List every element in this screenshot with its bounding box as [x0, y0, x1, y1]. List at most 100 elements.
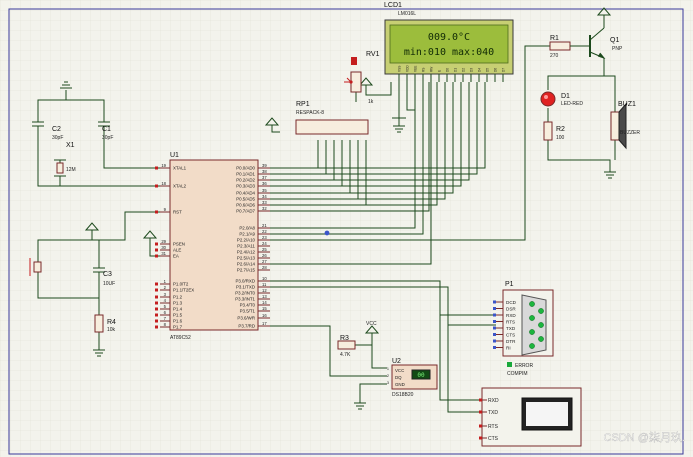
- u1-pin-label: P1.5: [173, 313, 183, 318]
- lcd-line-2: min:010 max:040: [404, 47, 494, 58]
- p1-pin-label: TXD: [506, 326, 516, 331]
- r2-ref: R2: [556, 126, 565, 133]
- lcd-pin-label: D0: [446, 68, 450, 72]
- u2-temperature-sensor[interactable]: 00 VCC 1 DQ 2 GND 3: [387, 364, 438, 390]
- q1-ref: Q1: [610, 37, 619, 44]
- p1-part: COMPIM: [507, 371, 528, 377]
- u1-pin-label: P2.4/A12: [237, 250, 256, 255]
- u1-pin-label: EA: [173, 254, 179, 259]
- u1-pin-number: 21: [262, 223, 267, 228]
- p1-pin-marker: [493, 307, 496, 310]
- u1-pin-label: XTAL2: [173, 184, 187, 189]
- u1-pin-label: RST: [173, 210, 182, 215]
- u1-pin-label: P1.1/T2EX: [173, 288, 194, 293]
- r4-ref: R4: [107, 319, 116, 326]
- u1-pin-label: P3.7/RD: [238, 324, 255, 329]
- u1-pin-label: P3.6/WR: [237, 316, 255, 321]
- c3-value: 10UF: [103, 281, 115, 287]
- u1-pin-label: ALE: [173, 248, 181, 253]
- r4-resistor[interactable]: [94, 314, 104, 333]
- q1-part: PNP: [612, 46, 623, 52]
- u1-pin-number: 26: [262, 253, 267, 258]
- vt-pin-label: CTS: [488, 436, 499, 442]
- lcd-pin-label: D7: [502, 68, 506, 72]
- schematic-canvas[interactable]: 009.0°C min:010 max:040 VSS VDD VEE RS RW E D0…: [0, 0, 693, 457]
- c3-ref: C3: [103, 271, 112, 278]
- u1-pin-label: P2.1/A9: [239, 232, 255, 237]
- p1-led-indicator: [529, 343, 535, 349]
- u1-pin-label: P3.2/INT0: [235, 291, 255, 296]
- u1-pin-number: 30: [161, 245, 166, 250]
- c1-value: 30pF: [102, 135, 113, 141]
- lcd-module[interactable]: 009.0°C min:010 max:040 VSS VDD VEE RS RW E D0…: [384, 19, 514, 82]
- lcd-pin-label: D6: [494, 68, 498, 72]
- u2-part: DS18B20: [392, 392, 414, 398]
- rp1-resistor-pack[interactable]: [295, 119, 369, 135]
- watermark: CSDN @柒月玖.: [604, 431, 685, 444]
- r3-value: 4.7K: [340, 352, 351, 358]
- p1-pin-marker: [493, 313, 496, 317]
- u1-pin-number: 31: [161, 251, 166, 256]
- c2-value: 30pF: [52, 135, 63, 141]
- lcd-pin-label: D4: [478, 68, 482, 72]
- buz-ref: BUZ1: [618, 101, 636, 108]
- r2-resistor[interactable]: [543, 121, 553, 141]
- u1-pin-marker: [155, 254, 158, 258]
- u2-pin-label: DQ: [395, 375, 402, 380]
- u1-pin-marker: [155, 307, 158, 311]
- lcd-pin-label: VEE: [414, 66, 418, 72]
- u1-pin-number: 22: [262, 229, 267, 234]
- d1-led[interactable]: [540, 91, 556, 107]
- virtual-terminal[interactable]: RXD TXD RTS CTS: [479, 387, 582, 447]
- u2-pin-label: VCC: [395, 368, 404, 373]
- u1-pin-number: 34: [262, 194, 267, 199]
- u1-microcontroller[interactable]: 19XTAL118XTAL29RST29PSEN30ALE31EA1P1.0/T…: [155, 159, 270, 331]
- u1-pin-number: 11: [262, 282, 267, 287]
- p1-pin-marker: [493, 300, 496, 304]
- p1-pin-label: RI: [506, 345, 511, 350]
- lcd-pin-label: VSS: [398, 66, 402, 72]
- u1-pin-label: P2.5/A13: [237, 256, 256, 261]
- p1-status: ERROR: [515, 363, 533, 369]
- u1-pin-label: P2.0/A8: [239, 226, 255, 231]
- lcd-pin-label: E: [438, 70, 442, 72]
- u1-pin-marker: [155, 210, 158, 214]
- junction-dot: [324, 230, 330, 236]
- u1-pin-number: 23: [262, 235, 267, 240]
- u1-pin-number: 32: [262, 206, 267, 211]
- r3-resistor[interactable]: [337, 340, 356, 350]
- r1-resistor[interactable]: [549, 41, 571, 51]
- lcd-ref: LCD1: [384, 2, 402, 9]
- u1-pin-number: 29: [161, 239, 166, 244]
- lcd-pin-label: D5: [486, 68, 490, 72]
- rv1-ref: RV1: [366, 51, 380, 58]
- u1-pin-label: P1.4: [173, 307, 183, 312]
- u1-pin-marker: [155, 313, 158, 317]
- x1-value: 12M: [66, 167, 76, 173]
- p1-led-indicator: [529, 315, 535, 321]
- u1-pin-label: P3.3/INT1: [235, 297, 255, 302]
- u1-pin-label: P3.4/T0: [240, 303, 256, 308]
- vt-pin-label: RXD: [488, 398, 499, 404]
- u1-pin-number: 12: [262, 288, 267, 293]
- u1-pin-label: XTAL1: [173, 166, 187, 171]
- u1-pin-number: 16: [262, 313, 267, 318]
- u1-pin-label: P0.4/AD4: [236, 191, 255, 196]
- u1-pin-marker: [155, 184, 158, 188]
- p1-pin-marker: [493, 346, 496, 349]
- u1-pin-marker: [155, 288, 158, 292]
- u1-pin-label: PSEN: [173, 242, 185, 247]
- d1-part: LED-RED: [561, 101, 583, 107]
- u1-pin-label: P2.7/A15: [237, 268, 256, 273]
- vt-pin-marker: [479, 436, 482, 440]
- p1-pin-marker: [493, 339, 496, 343]
- u1-pin-label: P0.0/AD0: [236, 166, 255, 171]
- u1-pin-number: 25: [262, 247, 267, 252]
- u2-readout: 00: [417, 372, 425, 379]
- u1-pin-label: P1.7: [173, 325, 183, 330]
- r2-value: 100: [556, 135, 565, 141]
- u1-pin-label: P3.0/RXD: [235, 279, 255, 284]
- u1-pin-number: 39: [262, 163, 267, 168]
- rv1-value: 1k: [368, 99, 374, 105]
- u1-pin-number: 38: [262, 169, 267, 174]
